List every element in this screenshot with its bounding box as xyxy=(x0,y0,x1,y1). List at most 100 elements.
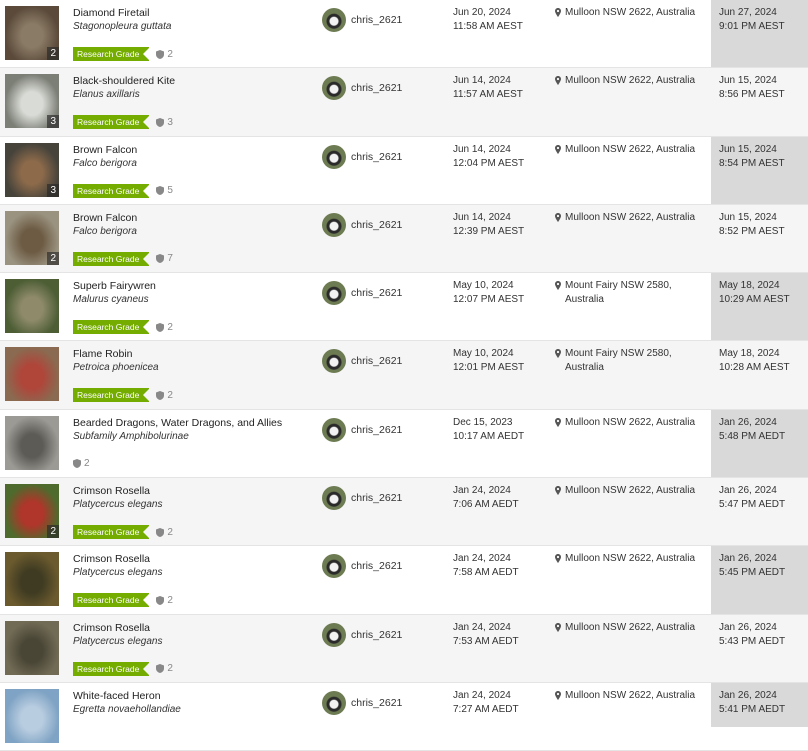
taxon-names[interactable]: Brown Falcon Falco berigora xyxy=(73,211,313,239)
user-login[interactable]: chris_2621 xyxy=(351,697,402,709)
scientific-name[interactable]: Malurus cyaneus xyxy=(73,293,313,307)
observation-row[interactable]: 3 Brown Falcon Falco berigora Research G… xyxy=(0,137,808,205)
scientific-name[interactable]: Elanus axillaris xyxy=(73,88,313,102)
scientific-name[interactable]: Platycercus elegans xyxy=(73,566,313,580)
observed-time: 12:04 PM AEST xyxy=(453,157,525,169)
taxon-names[interactable]: White-faced Heron Egretta novaehollandia… xyxy=(73,689,313,717)
observer[interactable]: chris_2621 xyxy=(322,212,402,237)
identification-shield-icon xyxy=(73,459,81,469)
observer[interactable]: chris_2621 xyxy=(322,622,402,647)
observer[interactable]: chris_2621 xyxy=(322,76,402,101)
observation-row[interactable]: 2 Diamond Firetail Stagonopleura guttata… xyxy=(0,0,808,69)
scientific-name[interactable]: Platycercus elegans xyxy=(73,635,313,649)
scientific-name[interactable]: Falco berigora xyxy=(73,225,313,239)
user-avatar[interactable] xyxy=(322,281,346,306)
user-login[interactable]: chris_2621 xyxy=(351,14,402,26)
user-avatar[interactable] xyxy=(322,622,346,647)
taxon-names[interactable]: Diamond Firetail Stagonopleura guttata xyxy=(73,6,313,34)
observation-photo[interactable] xyxy=(5,552,59,607)
taxon-names[interactable]: Bearded Dragons, Water Dragons, and Alli… xyxy=(73,416,313,444)
observation-photo[interactable]: 2 xyxy=(5,6,59,60)
scientific-name[interactable]: Subfamily Amphibolurinae xyxy=(73,430,313,444)
taxon-names[interactable]: Black-shouldered Kite Elanus axillaris xyxy=(73,74,313,102)
observer[interactable]: chris_2621 xyxy=(322,486,402,511)
added-on: Jun 27, 2024 9:01 PM AEST xyxy=(719,6,785,34)
observation-row[interactable]: 2 Brown Falcon Falco berigora Research G… xyxy=(0,204,808,274)
observation-photo[interactable]: 3 xyxy=(5,142,59,197)
common-name[interactable]: Bearded Dragons, Water Dragons, and Alli… xyxy=(73,416,313,430)
user-login[interactable]: chris_2621 xyxy=(351,560,402,572)
observation-row[interactable]: Crimson Rosella Platycercus elegans Rese… xyxy=(0,614,808,683)
user-login[interactable]: chris_2621 xyxy=(351,219,402,231)
user-avatar[interactable] xyxy=(322,212,346,237)
user-avatar[interactable] xyxy=(322,417,346,442)
scientific-name[interactable]: Egretta novaehollandiae xyxy=(73,703,313,717)
user-login[interactable]: chris_2621 xyxy=(351,355,402,367)
scientific-name[interactable]: Petroica phoenicea xyxy=(73,361,313,375)
user-avatar[interactable] xyxy=(322,8,346,32)
observed-on: Jun 14, 2024 11:57 AM AEST xyxy=(453,74,523,102)
place-name: Mulloon NSW 2622, Australia xyxy=(565,143,696,155)
common-name[interactable]: Diamond Firetail xyxy=(73,6,313,20)
observation-photo[interactable]: 2 xyxy=(5,484,59,539)
taxon-names[interactable]: Brown Falcon Falco berigora xyxy=(73,143,313,171)
observation-photo[interactable] xyxy=(5,620,59,675)
user-avatar[interactable] xyxy=(322,144,346,169)
observer[interactable]: chris_2621 xyxy=(322,349,402,374)
observation-photo[interactable] xyxy=(5,347,59,402)
taxon-names[interactable]: Crimson Rosella Platycercus elegans xyxy=(73,484,313,512)
observation-badges: Research Grade 2 xyxy=(73,388,173,403)
scientific-name[interactable]: Falco berigora xyxy=(73,157,313,171)
common-name[interactable]: White-faced Heron xyxy=(73,689,313,703)
observer[interactable]: chris_2621 xyxy=(322,417,402,442)
common-name[interactable]: Crimson Rosella xyxy=(73,484,313,498)
taxon-names[interactable]: Flame Robin Petroica phoenicea xyxy=(73,347,313,375)
user-avatar[interactable] xyxy=(322,554,346,579)
observation-row[interactable]: 2 Crimson Rosella Platycercus elegans Re… xyxy=(0,478,808,547)
taxon-names[interactable]: Crimson Rosella Platycercus elegans xyxy=(73,621,313,649)
scientific-name[interactable]: Stagonopleura guttata xyxy=(73,20,313,34)
observation-row[interactable]: Crimson Rosella Platycercus elegans Rese… xyxy=(0,546,808,615)
observer[interactable]: chris_2621 xyxy=(322,281,402,306)
common-name[interactable]: Crimson Rosella xyxy=(73,621,313,635)
observation-photo[interactable]: 3 xyxy=(5,74,59,129)
common-name[interactable]: Crimson Rosella xyxy=(73,552,313,566)
observation-photo[interactable]: 2 xyxy=(5,210,59,265)
user-login[interactable]: chris_2621 xyxy=(351,424,402,436)
observation-row[interactable]: 3 Black-shouldered Kite Elanus axillaris… xyxy=(0,68,808,137)
observation-photo[interactable] xyxy=(5,415,59,470)
observation-photo[interactable] xyxy=(5,279,59,334)
observer[interactable]: chris_2621 xyxy=(322,8,402,32)
common-name[interactable]: Brown Falcon xyxy=(73,143,313,157)
observed-time: 7:27 AM AEDT xyxy=(453,703,519,715)
added-date: Jan 26, 2024 xyxy=(719,485,777,497)
taxon-names[interactable]: Superb Fairywren Malurus cyaneus xyxy=(73,279,313,307)
observer[interactable]: chris_2621 xyxy=(322,690,402,715)
user-avatar[interactable] xyxy=(322,76,346,101)
user-login[interactable]: chris_2621 xyxy=(351,82,402,94)
user-login[interactable]: chris_2621 xyxy=(351,492,402,504)
user-avatar[interactable] xyxy=(322,690,346,715)
observed-on: Jan 24, 2024 7:58 AM AEDT xyxy=(453,552,519,580)
common-name[interactable]: Superb Fairywren xyxy=(73,279,313,293)
observer[interactable]: chris_2621 xyxy=(322,554,402,579)
observation-photo[interactable] xyxy=(5,688,59,743)
user-login[interactable]: chris_2621 xyxy=(351,151,402,163)
identifications-count-value: 7 xyxy=(167,253,173,265)
scientific-name[interactable]: Platycercus elegans xyxy=(73,498,313,512)
observation-row[interactable]: Superb Fairywren Malurus cyaneus Researc… xyxy=(0,273,808,342)
observed-date: Dec 15, 2023 xyxy=(453,416,513,428)
observation-row[interactable]: White-faced Heron Egretta novaehollandia… xyxy=(0,683,808,751)
user-login[interactable]: chris_2621 xyxy=(351,287,402,299)
observation-row[interactable]: Bearded Dragons, Water Dragons, and Alli… xyxy=(0,410,808,479)
observer[interactable]: chris_2621 xyxy=(322,144,402,169)
user-avatar[interactable] xyxy=(322,349,346,374)
observation-row[interactable]: Flame Robin Petroica phoenicea Research … xyxy=(0,341,808,410)
identification-shield-icon xyxy=(156,186,165,196)
common-name[interactable]: Brown Falcon xyxy=(73,211,313,225)
user-avatar[interactable] xyxy=(322,486,346,511)
common-name[interactable]: Flame Robin xyxy=(73,347,313,361)
common-name[interactable]: Black-shouldered Kite xyxy=(73,74,313,88)
user-login[interactable]: chris_2621 xyxy=(351,629,402,641)
taxon-names[interactable]: Crimson Rosella Platycercus elegans xyxy=(73,552,313,580)
